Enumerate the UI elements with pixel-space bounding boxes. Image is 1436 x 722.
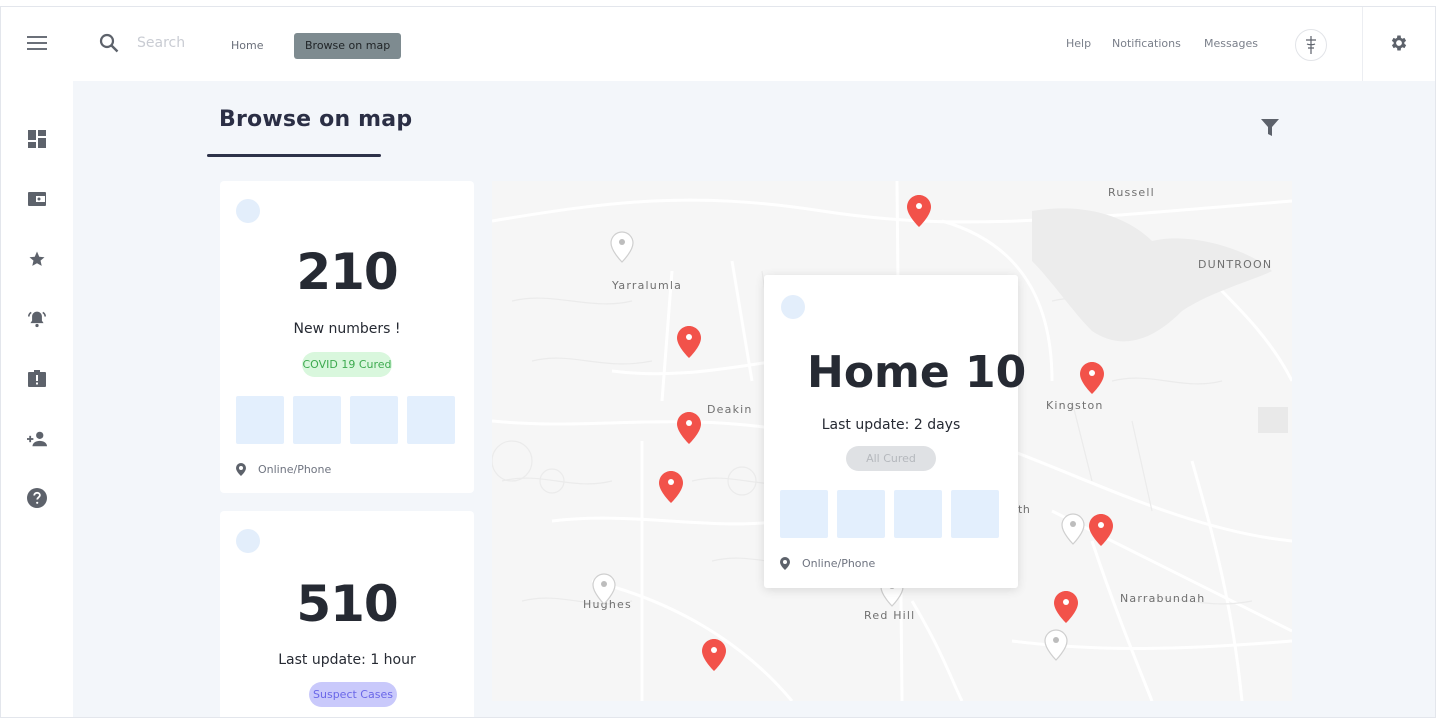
status-badge: All Cured	[846, 446, 936, 471]
avatar-logo	[1306, 36, 1316, 54]
popup-location: Online/Phone	[780, 557, 875, 570]
card-location: Online/Phone	[236, 463, 331, 476]
tile-row	[780, 490, 999, 538]
card-location-label: Online/Phone	[258, 463, 332, 476]
main-content: Browse on map 210 New numbers ! COVID 19…	[73, 81, 1435, 717]
map-pin-active[interactable]	[907, 195, 931, 227]
map-pin-active[interactable]	[1054, 591, 1078, 623]
nav-home-link[interactable]: Home	[231, 39, 263, 52]
tile	[780, 490, 828, 538]
app-frame: Home Browse on map Help Notifications Me…	[0, 6, 1436, 718]
map-label-red-hill: Red Hill	[864, 609, 916, 622]
card-indicator-dot	[236, 199, 260, 223]
map-pin-inactive[interactable]	[1061, 513, 1085, 545]
map-pin-inactive[interactable]	[1044, 629, 1068, 661]
stat-card[interactable]: 510 Last update: 1 hour Suspect Cases	[220, 511, 474, 717]
card-subtitle: Last update: 1 hour	[278, 652, 416, 668]
popup-title: Home 10	[807, 347, 1027, 398]
report-icon[interactable]	[27, 369, 47, 389]
map-label-deakin: Deakin	[707, 403, 753, 416]
top-bar-divider	[1362, 7, 1363, 81]
avatar[interactable]	[1295, 29, 1327, 61]
search-input[interactable]	[135, 34, 209, 52]
map-pin-active[interactable]	[677, 412, 701, 444]
help-link[interactable]: Help	[1066, 37, 1091, 50]
tile	[350, 396, 398, 444]
title-underline	[207, 154, 381, 157]
card-number: 510	[296, 575, 398, 633]
tile	[837, 490, 885, 538]
search-icon[interactable]	[99, 33, 119, 57]
menu-icon[interactable]	[27, 33, 47, 53]
map-label-partial: th	[1018, 503, 1031, 516]
top-bar: Home Browse on map Help Notifications Me…	[73, 7, 1435, 82]
stat-card[interactable]: 210 New numbers ! COVID 19 Cured Online/…	[220, 181, 474, 493]
tile	[894, 490, 942, 538]
page-title: Browse on map	[219, 107, 413, 132]
dashboard-icon[interactable]	[27, 129, 47, 149]
status-badge: Suspect Cases	[309, 682, 397, 707]
nav-browse-on-map-button[interactable]: Browse on map	[294, 33, 402, 59]
map-pin-active[interactable]	[1080, 362, 1104, 394]
card-indicator-dot	[781, 295, 805, 319]
tile	[951, 490, 999, 538]
map-pin-active[interactable]	[677, 326, 701, 358]
messages-link[interactable]: Messages	[1204, 37, 1258, 50]
map-pin-inactive[interactable]	[592, 573, 616, 605]
wallet-icon[interactable]	[27, 189, 47, 209]
map-view[interactable]: Russell DUNTROON Yarralumla Deakin Kings…	[492, 181, 1292, 701]
card-number: 210	[296, 243, 398, 301]
tile	[407, 396, 455, 444]
location-pin-icon	[236, 463, 246, 476]
popup-location-label: Online/Phone	[802, 557, 876, 570]
notifications-link[interactable]: Notifications	[1112, 37, 1181, 50]
map-pin-active[interactable]	[702, 639, 726, 671]
sidebar	[1, 7, 74, 717]
filter-icon[interactable]	[1261, 119, 1279, 141]
map-label-yarralumla: Yarralumla	[612, 279, 683, 292]
map-label-russell: Russell	[1108, 186, 1155, 199]
map-label-duntroon: DUNTROON	[1198, 258, 1273, 271]
map-label-kingston: Kingston	[1046, 399, 1104, 412]
card-indicator-dot	[236, 529, 260, 553]
map-pin-active[interactable]	[659, 471, 683, 503]
popup-subtitle: Last update: 2 days	[821, 417, 961, 433]
map-label-narrabundah: Narrabundah	[1120, 592, 1206, 605]
tile-row	[236, 396, 455, 444]
tile	[236, 396, 284, 444]
tile	[293, 396, 341, 444]
map-pin-active[interactable]	[1089, 514, 1113, 546]
map-popup-card[interactable]: Home 10 Last update: 2 days All Cured On…	[764, 275, 1026, 588]
star-icon[interactable]	[27, 249, 47, 269]
status-badge: COVID 19 Cured	[302, 352, 392, 377]
add-user-icon[interactable]	[27, 429, 47, 449]
help-icon[interactable]	[27, 488, 47, 508]
alarm-icon[interactable]	[27, 309, 47, 329]
map-pin-inactive[interactable]	[610, 231, 634, 263]
settings-icon[interactable]	[1389, 33, 1409, 57]
lake-shape	[1032, 208, 1272, 342]
location-pin-icon	[780, 557, 790, 570]
card-subtitle: New numbers !	[293, 321, 401, 337]
